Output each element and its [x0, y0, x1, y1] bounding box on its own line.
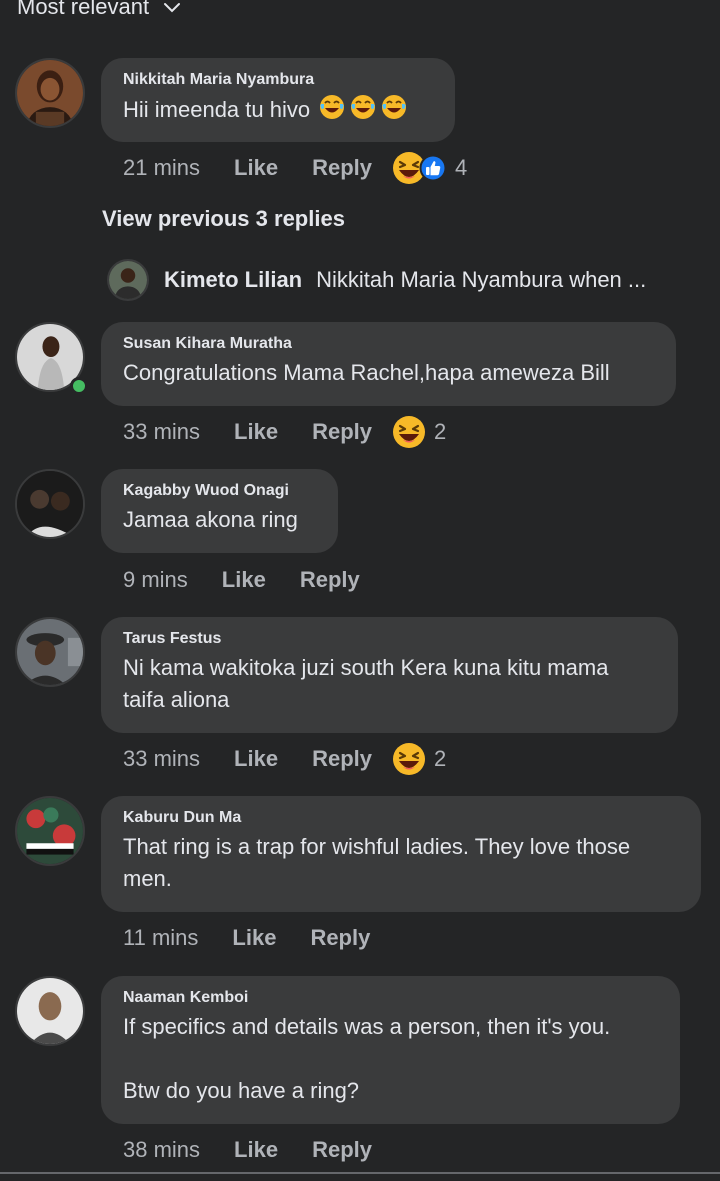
- laughing-face-icon: [392, 415, 426, 449]
- comment-author[interactable]: Kagabby Wuod Onagi: [123, 481, 316, 501]
- reactions-summary[interactable]: 2: [392, 742, 446, 776]
- comment-author[interactable]: Nikkitah Maria Nyambura: [123, 70, 433, 90]
- reply-button[interactable]: Reply: [312, 1137, 372, 1163]
- reply-button[interactable]: Reply: [312, 419, 372, 445]
- comment-text: That ring is a trap for wishful ladies. …: [123, 834, 631, 891]
- reply-button[interactable]: Reply: [310, 925, 370, 951]
- avatar[interactable]: [15, 617, 85, 687]
- comment-author[interactable]: Tarus Festus: [123, 629, 656, 649]
- like-thumb-icon: [419, 154, 447, 182]
- reaction-count: 2: [434, 746, 447, 771]
- like-button[interactable]: Like: [222, 567, 266, 593]
- reply-button[interactable]: Reply: [300, 567, 360, 593]
- like-button[interactable]: Like: [234, 155, 278, 181]
- comment-text: If specifics and details was a person, t…: [123, 1014, 611, 1103]
- tears-of-joy-icon: [380, 93, 408, 121]
- comment-text: Congratulations Mama Rachel,hapa ameweza…: [123, 360, 610, 385]
- online-status-dot: [70, 377, 88, 395]
- like-button[interactable]: Like: [234, 1137, 278, 1163]
- reply-button[interactable]: Reply: [312, 746, 372, 772]
- reply-text: Nikkitah Maria Nyambura when ...: [316, 267, 647, 292]
- reply-button[interactable]: Reply: [312, 155, 372, 181]
- comment-author[interactable]: Susan Kihara Muratha: [123, 334, 654, 354]
- comment-time[interactable]: 33 mins: [123, 419, 200, 445]
- comment-meta: 33 mins Like Reply 2: [123, 415, 446, 449]
- comment-author[interactable]: Kaburu Dun Ma: [123, 808, 679, 828]
- avatar[interactable]: [15, 796, 85, 866]
- comment-time[interactable]: 38 mins: [123, 1137, 200, 1163]
- reaction-count: 4: [455, 155, 468, 180]
- chevron-down-icon: [164, 3, 181, 13]
- comment-text: Jamaa akona ring: [123, 507, 298, 532]
- like-button[interactable]: Like: [234, 419, 278, 445]
- tears-of-joy-icon: [318, 93, 346, 121]
- comment-bubble: Tarus Festus Ni kama wakitoka juzi south…: [101, 617, 678, 733]
- comment-meta: 33 mins Like Reply 2: [123, 742, 446, 776]
- avatar[interactable]: [15, 976, 85, 1046]
- reactions-summary[interactable]: 4: [392, 151, 467, 185]
- view-previous-replies-link[interactable]: View previous 3 replies: [102, 206, 345, 232]
- reaction-count: 2: [434, 419, 447, 444]
- comment-bubble: Kaburu Dun Ma That ring is a trap for wi…: [101, 796, 701, 912]
- comment-text: Hii imeenda tu hivo: [123, 93, 433, 126]
- sort-label: Most relevant: [17, 0, 150, 19]
- avatar[interactable]: [15, 58, 85, 128]
- comment-time[interactable]: 33 mins: [123, 746, 200, 772]
- reactions-summary[interactable]: 2: [392, 415, 446, 449]
- comment-author[interactable]: Naaman Kemboi: [123, 988, 658, 1008]
- comment-time[interactable]: 9 mins: [123, 567, 188, 593]
- comment-bubble: Nikkitah Maria Nyambura Hii imeenda tu h…: [101, 58, 455, 142]
- comment-bubble: Kagabby Wuod Onagi Jamaa akona ring: [101, 469, 338, 553]
- like-button[interactable]: Like: [232, 925, 276, 951]
- like-button[interactable]: Like: [234, 746, 278, 772]
- comment-text-content: Hii imeenda tu hivo: [123, 97, 311, 122]
- comment-meta: 38 mins Like Reply: [123, 1133, 406, 1167]
- laughing-face-icon: [392, 742, 426, 776]
- comment-bubble: Naaman Kemboi If specifics and details w…: [101, 976, 680, 1124]
- avatar: [107, 259, 149, 301]
- tears-of-joy-icon: [349, 93, 377, 121]
- reply-preview[interactable]: Kimeto Lilian Nikkitah Maria Nyambura wh…: [107, 259, 707, 301]
- comment-time[interactable]: 21 mins: [123, 155, 200, 181]
- comment-meta: 9 mins Like Reply: [123, 563, 394, 597]
- comment-text: Ni kama wakitoka juzi south Kera kuna ki…: [123, 655, 609, 712]
- reply-author: Kimeto Lilian: [164, 267, 303, 292]
- comment-time[interactable]: 11 mins: [123, 925, 198, 951]
- comment-bubble: Susan Kihara Muratha Congratulations Mam…: [101, 322, 676, 406]
- comment-meta: 21 mins Like Reply 4: [123, 151, 467, 185]
- comment-meta: 11 mins Like Reply: [123, 921, 404, 955]
- sort-dropdown[interactable]: Most relevant: [17, 0, 183, 20]
- avatar[interactable]: [15, 469, 85, 539]
- divider: [0, 1172, 720, 1174]
